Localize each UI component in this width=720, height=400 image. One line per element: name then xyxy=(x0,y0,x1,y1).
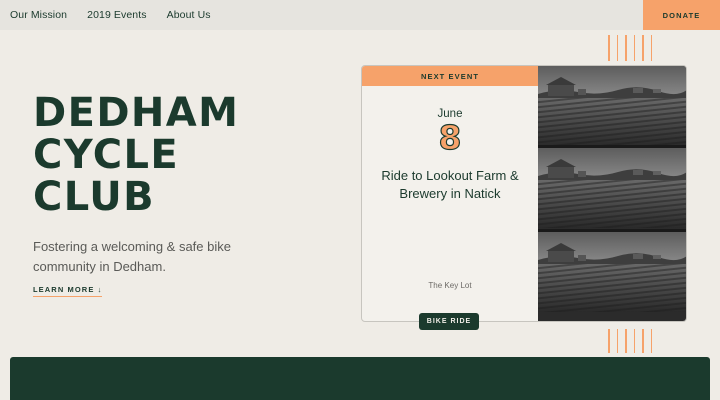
event-title: Ride to Lookout Farm & Brewery in Natick xyxy=(381,168,519,201)
title-line: CYCLE xyxy=(33,132,180,178)
top-nav: Our Mission 2019 Events About Us DONATE xyxy=(0,0,720,30)
hero-tagline: Fostering a welcoming & safe bike commun… xyxy=(33,239,231,274)
nav-link-about-us[interactable]: About Us xyxy=(167,9,211,21)
decorative-stripes xyxy=(608,329,652,353)
nav-link-our-mission[interactable]: Our Mission xyxy=(10,9,67,21)
event-card-header: NEXT EVENT xyxy=(362,66,538,86)
bottom-section xyxy=(10,357,710,400)
title-line: DEDHAM xyxy=(33,90,240,136)
page-title: DEDHAM CYCLE CLUB xyxy=(33,92,333,218)
title-line: CLUB xyxy=(33,174,155,220)
learn-more-link[interactable]: LEARN MORE ↓ xyxy=(33,285,103,297)
nav-links: Our Mission 2019 Events About Us xyxy=(10,0,211,30)
event-photo xyxy=(538,66,686,321)
nav-link-2019-events[interactable]: 2019 Events xyxy=(87,9,146,21)
donate-button[interactable]: DONATE xyxy=(643,0,720,30)
event-category-badge: BIKE RIDE xyxy=(419,313,479,330)
next-event-card[interactable]: NEXT EVENT June 8 Ride to Lookout Farm &… xyxy=(361,65,687,322)
decorative-stripes xyxy=(608,35,652,61)
event-location: The Key Lot xyxy=(428,281,472,290)
event-day: 8 xyxy=(438,117,462,157)
